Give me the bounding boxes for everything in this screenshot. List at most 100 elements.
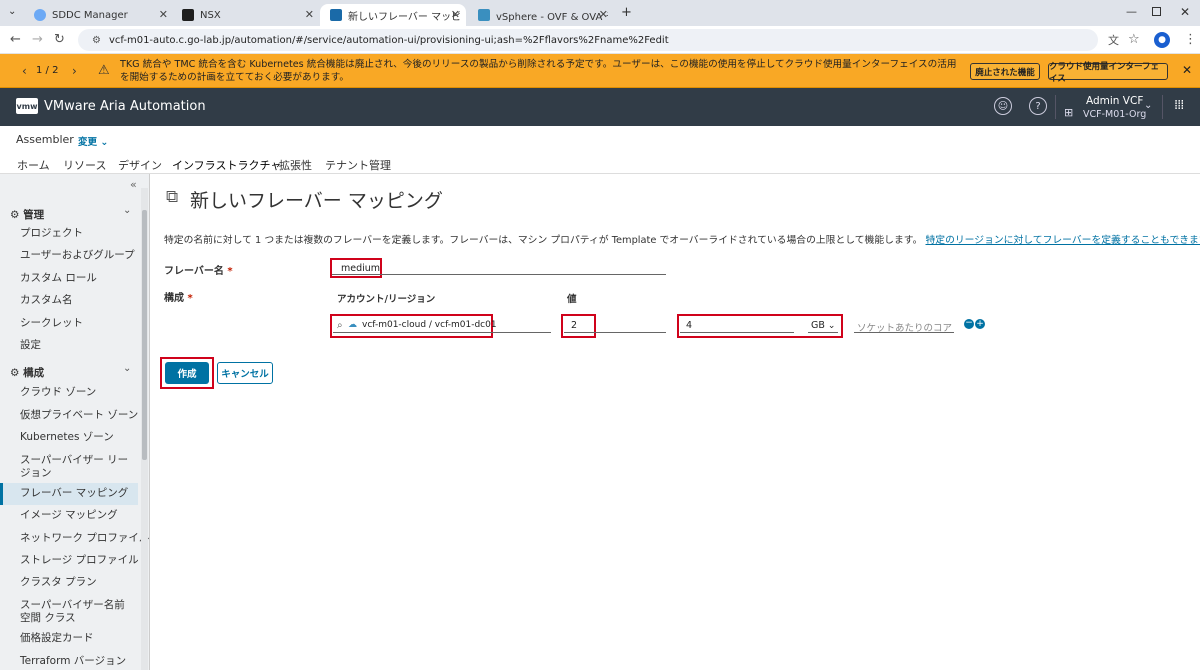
nsx-icon <box>182 9 194 21</box>
service-name: Assembler <box>16 133 74 146</box>
sidebar-item-flavor-mappings[interactable]: フレーバー マッピング <box>20 487 128 500</box>
sidebar-item-supervisor-regions[interactable]: スーパーバイザー リージョン <box>20 454 130 480</box>
next-icon[interactable]: › <box>72 64 77 78</box>
smiley-feedback-icon[interactable]: ☺ <box>994 97 1012 115</box>
cloud-consumption-interface-button[interactable]: クラウド使用量インターフェイス <box>1048 62 1168 84</box>
url-field[interactable]: ⚙ vcf-m01-auto.c.go-lab.jp/automation/#/… <box>78 29 1098 51</box>
banner-counter: 1 / 2 <box>36 65 59 76</box>
add-row-icon[interactable]: + <box>975 319 985 329</box>
forward-icon[interactable]: → <box>32 32 43 47</box>
address-bar: ← → ↻ ⚙ vcf-m01-auto.c.go-lab.jp/automat… <box>0 26 1200 54</box>
app-header: vmw VMware Aria Automation ☺ ? ⊞ Admin V… <box>0 88 1200 126</box>
tab-design[interactable]: デザイン <box>118 157 162 173</box>
deprecation-banner: ‹ 1 / 2 › ⚠ TKG 統合や TMC 統合を含む Kubernetes… <box>0 54 1200 88</box>
sidebar-item-custom-names[interactable]: カスタム名 <box>20 294 73 307</box>
flavor-name-label: フレーバー名 * <box>164 266 233 277</box>
change-service-button[interactable]: 変更 ⌄ <box>78 134 108 148</box>
prev-icon[interactable]: ‹ <box>22 64 27 78</box>
browser-tab-sddc[interactable]: SDDC Manager ✕ <box>24 4 174 26</box>
sidebar-item-settings[interactable]: 設定 <box>20 339 41 352</box>
org-name: VCF-M01-Org <box>1083 109 1147 120</box>
org-icon: ⊞ <box>1064 106 1074 119</box>
chevron-down-icon[interactable]: ⌄ <box>1144 100 1152 111</box>
sidebar-item-pricing-cards[interactable]: 価格設定カード <box>20 632 94 645</box>
sidebar-item-users-groups[interactable]: ユーザーおよびグループ <box>20 249 135 262</box>
tab-tenant-management[interactable]: テナント管理 <box>325 157 391 173</box>
unit-underline <box>808 332 838 333</box>
sidebar-item-cloud-zones[interactable]: クラウド ゾーン <box>20 386 96 399</box>
browser-tab-bar: ⌄ SDDC Manager ✕ NSX ✕ 新しいフレーバー マッピング - … <box>0 0 1200 26</box>
account-region-input[interactable]: vcf-m01-cloud / vcf-m01-dc01 <box>362 320 497 330</box>
sidebar-item-kubernetes-zones[interactable]: Kubernetes ゾーン <box>20 431 114 444</box>
flavor-name-input[interactable]: medium <box>341 263 380 274</box>
region-flavor-link[interactable]: 特定のリージョンに対してフレーバーを定義することもできます。 <box>926 235 1200 246</box>
app-title: VMware Aria Automation <box>44 99 206 114</box>
sidebar-item-supervisor-namespace-classes[interactable]: スーパーバイザー名前空間 クラス <box>20 599 132 625</box>
tab-title: vSphere - OVF & OVA テンプレー <box>496 11 608 23</box>
page-description: 特定の名前に対して 1 つまたは複数のフレーバーを定義します。フレーバーは、マシ… <box>164 232 1200 246</box>
sidebar-item-image-mappings[interactable]: イメージ マッピング <box>20 509 118 522</box>
site-info-icon[interactable]: ⚙ <box>92 35 101 46</box>
tab-extensibility[interactable]: 拡張性 <box>279 157 312 173</box>
sidebar-item-storage-profiles[interactable]: ストレージ プロファイル <box>20 554 139 567</box>
chevron-down-icon[interactable]: ⌄ <box>123 363 131 374</box>
sidebar-section-manage[interactable]: ⚙ 管理 <box>10 207 44 222</box>
tab-title: NSX <box>200 9 221 21</box>
create-button[interactable]: 作成 <box>165 362 209 384</box>
sidebar-section-configure[interactable]: ⚙ 構成 <box>10 365 44 380</box>
cpu-count-input[interactable]: 2 <box>571 320 577 331</box>
browser-tab-flavor[interactable]: 新しいフレーバー マッピング - Assem ✕ <box>320 4 466 26</box>
maximize-icon[interactable] <box>1152 7 1161 16</box>
close-icon[interactable]: ✕ <box>451 8 460 21</box>
service-nav: Assembler 変更 ⌄ ホーム リソース デザイン インフラストラクチャ … <box>0 126 1200 178</box>
tab-resources[interactable]: リソース <box>63 157 106 173</box>
tab-list-icon[interactable]: ⌄ <box>8 6 16 17</box>
profile-avatar-icon[interactable]: ● <box>1154 32 1170 48</box>
close-icon[interactable]: ✕ <box>599 8 608 21</box>
browser-tab-nsx[interactable]: NSX ✕ <box>172 4 320 26</box>
configuration-label: 構成 * <box>164 293 193 304</box>
tab-title: SDDC Manager <box>52 9 128 21</box>
deprecated-features-button[interactable]: 廃止された機能 <box>970 63 1040 80</box>
back-icon[interactable]: ← <box>10 32 21 47</box>
remove-row-icon[interactable]: − <box>964 319 974 329</box>
tab-home[interactable]: ホーム <box>17 157 50 173</box>
cancel-button[interactable]: キャンセル <box>217 362 273 384</box>
sidebar-item-custom-roles[interactable]: カスタム ロール <box>20 272 97 285</box>
memory-input[interactable]: 4 <box>686 320 692 331</box>
translate-icon[interactable]: 文 <box>1108 32 1119 48</box>
sidebar-item-terraform-versions[interactable]: Terraform バージョン <box>20 655 126 668</box>
new-tab-icon[interactable]: + <box>621 5 632 20</box>
browser-tab-vsphere[interactable]: vSphere - OVF & OVA テンプレー ✕ <box>468 4 614 26</box>
close-icon[interactable]: ✕ <box>305 8 314 21</box>
close-icon[interactable]: ✕ <box>159 8 168 21</box>
sidebar-item-network-profiles[interactable]: ネットワーク プロファイル <box>20 532 149 545</box>
sidebar-item-cluster-plans[interactable]: クラスタ プラン <box>20 576 97 589</box>
reload-icon[interactable]: ↻ <box>54 32 65 47</box>
bookmark-star-icon[interactable]: ☆ <box>1128 32 1140 47</box>
account-region-header: アカウント/リージョン <box>337 294 436 305</box>
sidebar-item-vpz[interactable]: 仮想プライベート ゾーン <box>20 409 138 422</box>
close-icon[interactable]: ✕ <box>1182 63 1192 77</box>
cores-underline <box>854 332 954 333</box>
vsphere-icon <box>478 9 490 21</box>
sidebar-scrollbar[interactable] <box>141 188 148 670</box>
app-switcher-icon[interactable]: ⁞⁞⁞ <box>1174 98 1184 113</box>
window-close-icon[interactable]: ✕ <box>1180 5 1190 19</box>
minimize-icon[interactable]: — <box>1126 5 1137 18</box>
memory-underline <box>680 332 794 333</box>
scrollbar-thumb[interactable] <box>142 210 147 460</box>
user-name[interactable]: Admin VCF <box>1086 95 1143 107</box>
vmware-icon <box>330 9 342 21</box>
gear-icon: ⚙ <box>10 209 20 221</box>
collapse-sidebar-icon[interactable]: « <box>130 178 137 191</box>
sidebar-item-secrets[interactable]: シークレット <box>20 317 83 330</box>
memory-unit-select[interactable]: GB ⌄ <box>811 320 835 331</box>
cloud-icon <box>34 9 46 21</box>
warning-icon: ⚠ <box>98 63 110 78</box>
help-icon[interactable]: ? <box>1029 97 1047 115</box>
browser-menu-icon[interactable]: ⋮ <box>1184 32 1197 47</box>
chevron-down-icon[interactable]: ⌄ <box>123 205 131 216</box>
sidebar-item-projects[interactable]: プロジェクト <box>20 227 83 240</box>
gear-icon: ⚙ <box>10 367 20 379</box>
